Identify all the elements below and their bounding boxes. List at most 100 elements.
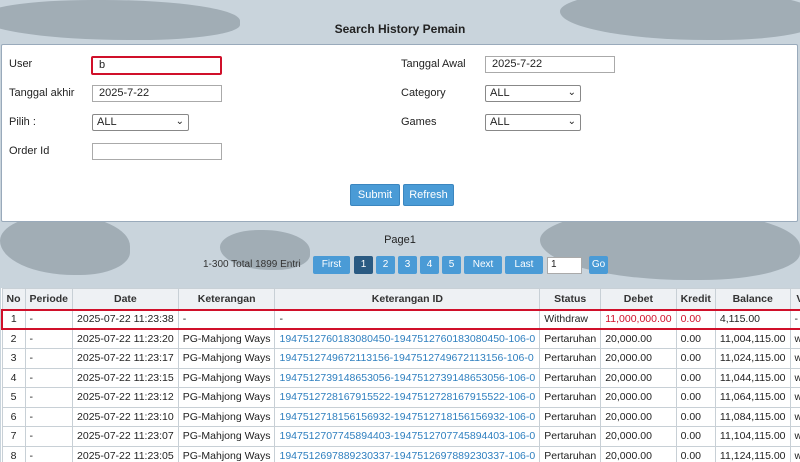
cell-no: 2	[1, 328, 26, 349]
cell-keterangan: PG-Mahjong Ways	[177, 445, 276, 462]
cell-debet: 20,000.00	[600, 328, 677, 349]
tanggal-awal-input[interactable]: 2025-7-22	[485, 56, 615, 73]
cell-kredit: 0.00	[675, 308, 716, 330]
order-id-label: Order Id	[9, 145, 50, 157]
cell-no: 6	[1, 406, 26, 427]
cell-kredit: 0.00	[675, 328, 716, 349]
table-header-row: No Periode Date Keterangan Keterangan ID…	[1, 288, 800, 310]
col-header-date[interactable]: Date	[72, 288, 179, 310]
col-header-kredit[interactable]: Kredit	[675, 288, 716, 310]
page-button-4[interactable]: 4	[420, 256, 439, 274]
last-page-button[interactable]: Last	[505, 256, 543, 274]
cell-no: 5	[1, 387, 26, 408]
cell-date: 2025-07-22 11:23:15	[72, 367, 179, 388]
go-button[interactable]: Go	[589, 256, 608, 274]
cell-periode: -	[24, 367, 74, 388]
cell-status: Pertaruhan	[539, 406, 602, 427]
table-row[interactable]: 5-2025-07-22 11:23:12 PG-Mahjong Ways 1947…	[1, 387, 800, 408]
cell-no: 8	[1, 445, 26, 462]
cell-date: 2025-07-22 11:23:07	[72, 426, 179, 447]
cell-via: web	[789, 406, 800, 427]
cell-no: 7	[1, 426, 26, 447]
table-row[interactable]: 7-2025-07-22 11:23:07 PG-Mahjong Ways 1947…	[1, 426, 800, 447]
cell-balance: 11,004,115.00	[714, 328, 791, 349]
table-row[interactable]: 6-2025-07-22 11:23:10 PG-Mahjong Ways 1947…	[1, 406, 800, 427]
cell-kredit: 0.00	[675, 367, 716, 388]
cell-periode: -	[24, 445, 74, 462]
cell-status: Withdraw	[539, 308, 602, 330]
user-label: User	[9, 58, 33, 70]
cell-keterangan: PG-Mahjong Ways	[177, 348, 276, 369]
table-row[interactable]: 1-2025-07-22 11:23:38- - Withdraw 11,000,00…	[1, 308, 800, 330]
category-select[interactable]: ALL ⌄	[485, 85, 581, 102]
refresh-button[interactable]: Refresh	[403, 184, 454, 206]
cell-debet: 20,000.00	[600, 367, 677, 388]
col-header-no[interactable]: No	[1, 288, 26, 310]
cell-keterangan-id[interactable]: 1947512739148653056-1947512739148653056-…	[274, 367, 541, 388]
cell-balance: 4,115.00	[714, 308, 791, 330]
cell-keterangan: PG-Mahjong Ways	[177, 406, 276, 427]
cell-keterangan-id[interactable]: 1947512718156156932-1947512718156156932-…	[274, 406, 541, 427]
cell-date: 2025-07-22 11:23:17	[72, 348, 179, 369]
table-row[interactable]: 3-2025-07-22 11:23:17 PG-Mahjong Ways 1947…	[1, 348, 800, 369]
cell-status: Pertaruhan	[539, 348, 602, 369]
tanggal-akhir-input[interactable]: 2025-7-22	[92, 85, 222, 102]
cell-via: web	[789, 348, 800, 369]
total-entries: 1-300 Total 1899 Entri	[203, 259, 301, 270]
cell-status: Pertaruhan	[539, 328, 602, 349]
games-select[interactable]: ALL ⌄	[485, 114, 581, 131]
cell-via: web	[789, 367, 800, 388]
col-header-keterangan-id[interactable]: Keterangan ID	[274, 288, 541, 310]
page-button-5[interactable]: 5	[442, 256, 461, 274]
col-header-balance[interactable]: Balance	[714, 288, 791, 310]
cell-via: web	[789, 426, 800, 447]
cell-date: 2025-07-22 11:23:12	[72, 387, 179, 408]
col-header-keterangan[interactable]: Keterangan	[177, 288, 276, 310]
cell-balance: 11,084,115.00	[714, 406, 791, 427]
cell-periode: -	[24, 426, 74, 447]
cell-keterangan: -	[177, 308, 276, 330]
cell-keterangan-id[interactable]: 1947512760183080450-1947512760183080450-…	[274, 328, 541, 349]
page-button-2[interactable]: 2	[376, 256, 395, 274]
col-header-via[interactable]: Via	[789, 288, 800, 310]
history-table: No Periode Date Keterangan Keterangan ID…	[1, 288, 800, 462]
cell-keterangan-id[interactable]: 1947512707745894403-1947512707745894403-…	[274, 426, 541, 447]
games-label: Games	[401, 116, 437, 128]
submit-button[interactable]: Submit	[350, 184, 400, 206]
page-button-1[interactable]: 1	[354, 256, 373, 274]
cell-balance: 11,064,115.00	[714, 387, 791, 408]
chevron-down-icon: ⌄	[567, 87, 576, 98]
cell-debet: 20,000.00	[600, 348, 677, 369]
cell-debet: 20,000.00	[600, 387, 677, 408]
first-page-button[interactable]: First	[313, 256, 350, 274]
user-input[interactable]: b	[91, 56, 222, 75]
cell-keterangan: PG-Mahjong Ways	[177, 387, 276, 408]
col-header-debet[interactable]: Debet	[600, 288, 677, 310]
cell-periode: -	[24, 406, 74, 427]
cell-keterangan-id[interactable]: 1947512697889230337-1947512697889230337-…	[274, 445, 541, 462]
cell-periode: -	[24, 387, 74, 408]
next-page-button[interactable]: Next	[464, 256, 502, 274]
pilih-select[interactable]: ALL ⌄	[92, 114, 189, 131]
cell-keterangan-id[interactable]: 1947512749672113156-1947512749672113156-…	[274, 348, 541, 369]
page-number-input[interactable]: 1	[547, 257, 582, 274]
cell-keterangan: PG-Mahjong Ways	[177, 426, 276, 447]
cell-via: web	[789, 445, 800, 462]
cell-date: 2025-07-22 11:23:20	[72, 328, 179, 349]
tanggal-awal-label: Tanggal Awal	[401, 58, 466, 70]
pilih-label: Pilih :	[9, 116, 36, 128]
page-indicator: Page1	[384, 234, 416, 246]
table-row[interactable]: 8-2025-07-22 11:23:05 PG-Mahjong Ways 1947…	[1, 445, 800, 462]
cell-keterangan-id[interactable]: 1947512728167915522-1947512728167915522-…	[274, 387, 541, 408]
table-row[interactable]: 2-2025-07-22 11:23:20 PG-Mahjong Ways 1947…	[1, 328, 800, 349]
cell-keterangan: PG-Mahjong Ways	[177, 328, 276, 349]
tanggal-akhir-label: Tanggal akhir	[9, 87, 75, 99]
page-button-3[interactable]: 3	[398, 256, 417, 274]
cell-balance: 11,124,115.00	[714, 445, 791, 462]
table-row[interactable]: 4-2025-07-22 11:23:15 PG-Mahjong Ways 1947…	[1, 367, 800, 388]
search-form: User b Tanggal Awal 2025-7-22 Tanggal ak…	[1, 44, 798, 222]
cell-status: Pertaruhan	[539, 445, 602, 462]
order-id-input[interactable]	[92, 143, 222, 160]
col-header-periode[interactable]: Periode	[24, 288, 74, 310]
col-header-status[interactable]: Status	[539, 288, 602, 310]
